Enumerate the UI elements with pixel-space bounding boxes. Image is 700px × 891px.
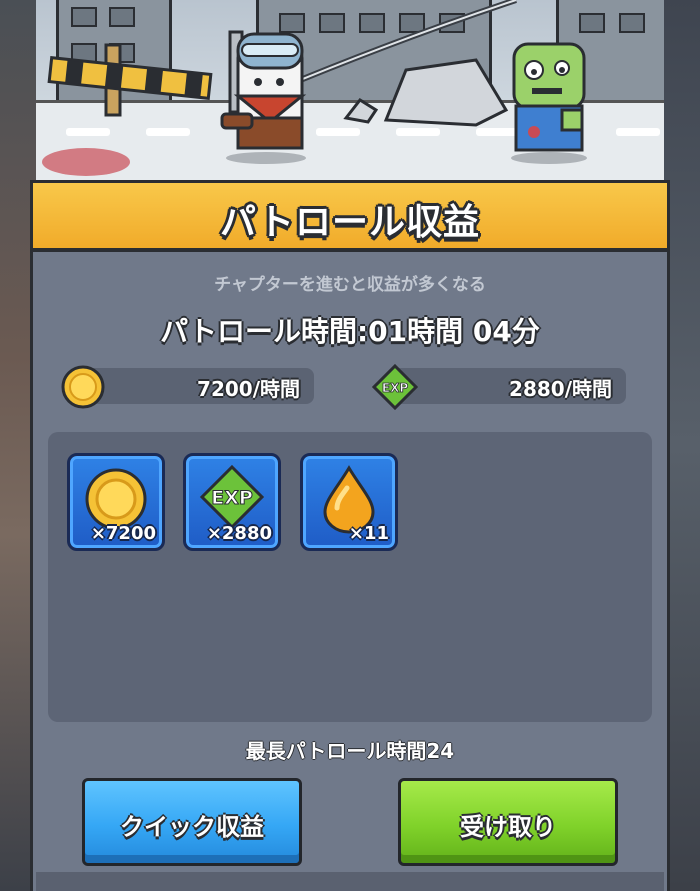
exp-rate-bar: 2880/時間: [388, 368, 626, 404]
exp-gem-label: EXP: [382, 381, 408, 395]
zombie-enemy-icon: [511, 42, 587, 164]
reward-item-drop[interactable]: ×11: [300, 453, 398, 551]
reward-item-coin[interactable]: ×7200: [67, 453, 165, 551]
debris-icon: [276, 0, 517, 127]
patrol-scene: [36, 0, 664, 180]
barrier-icon: [47, 43, 213, 117]
max-patrol-time-text: 最長パトロール時間24: [245, 739, 455, 763]
claim-button[interactable]: 受け取り: [398, 778, 618, 866]
reward-exp-label: EXP: [211, 487, 253, 509]
dialog-title: パトロール収益: [219, 202, 481, 243]
panel-bottom: [36, 872, 664, 891]
hero-character-icon: [220, 30, 307, 164]
reward-item-exp[interactable]: EXP ×2880: [183, 453, 281, 551]
claim-label: 受け取り: [460, 813, 556, 841]
gold-coin-icon: [61, 365, 105, 409]
reward-count: ×2880: [206, 523, 272, 544]
patrol-time-text: パトロール時間:01時間 04分: [160, 315, 540, 348]
quick-earnings-button[interactable]: クイック収益: [82, 778, 302, 866]
dialog-header: パトロール収益: [30, 180, 670, 252]
exp-gem-icon: EXP: [199, 464, 265, 530]
coin-rate-bar: 7200/時間: [70, 368, 314, 404]
reward-count: ×11: [348, 523, 389, 544]
quick-earnings-label: クイック収益: [120, 813, 264, 841]
exp-rate-value: 2880/時間: [509, 377, 612, 401]
reward-count: ×7200: [90, 523, 156, 544]
hint-text: チャプターを進むと収益が多くなる: [214, 275, 486, 295]
coin-rate-value: 7200/時間: [197, 377, 300, 401]
blood-splat-icon: [42, 148, 130, 176]
exp-gem-icon: EXP: [372, 364, 418, 410]
